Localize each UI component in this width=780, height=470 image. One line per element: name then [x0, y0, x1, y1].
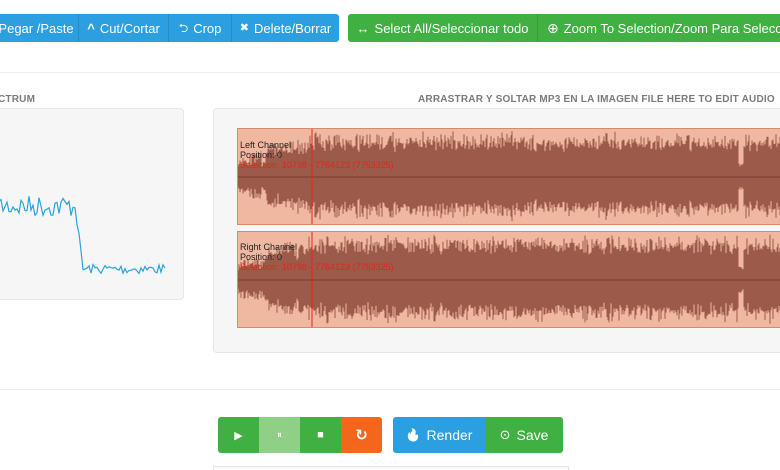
caret-up-icon: ^: [87, 20, 95, 36]
output-controls: 🔥 Render ⊙ Save: [393, 417, 563, 453]
save-icon: ⊙: [499, 427, 511, 442]
top-divider: [0, 72, 780, 73]
stop-icon: ■: [317, 429, 324, 441]
zoom-to-selection-button-label: Zoom To Selection/Zoom Para Selecci: [563, 20, 780, 36]
right-channel-selection: Selection: 10798 - 7764123 (7753325): [240, 262, 394, 272]
edit-toolbar: Pegar /Paste ^ Cut/Cortar ⮌ Crop ✖ Delet…: [0, 14, 339, 42]
spectrum-heading: CTRUM: [0, 94, 36, 105]
refresh-icon: ↻: [355, 427, 368, 444]
close-icon: ✖: [239, 21, 249, 34]
loop-button[interactable]: ↻: [341, 417, 382, 453]
right-channel-waveform: [238, 232, 780, 327]
paste-button[interactable]: Pegar /Paste: [0, 14, 78, 42]
left-channel-position: Position: 0: [240, 150, 283, 160]
cut-button[interactable]: ^ Cut/Cortar: [78, 14, 168, 42]
pause-icon: ⏸: [277, 429, 282, 441]
waveform-heading: ARRASTRAR Y SOLTAR MP3 EN LA IMAGEN FILE…: [418, 94, 775, 105]
paste-button-label: Pegar /Paste: [0, 20, 74, 36]
plus-circle-icon: ⊕: [547, 20, 559, 36]
arrows-horizontal-icon: ↔: [356, 20, 370, 36]
left-channel-track[interactable]: Left Channel Position: 0 Selection: 1079…: [237, 128, 780, 225]
left-channel-selection: Selection: 10798 - 7764123 (7753325): [240, 160, 394, 170]
delete-button[interactable]: ✖ Delete/Borrar: [231, 14, 339, 42]
spectrum-panel: [0, 108, 184, 300]
left-channel-name: Left Channel: [240, 140, 292, 150]
right-channel-position: Position: 0: [240, 252, 283, 262]
audio-editor-page: Pegar /Paste ^ Cut/Cortar ⮌ Crop ✖ Delet…: [0, 0, 780, 470]
render-button[interactable]: 🔥 Render: [393, 417, 485, 453]
cut-button-label: Cut/Cortar: [99, 20, 160, 36]
crop-button-label: Crop: [193, 20, 222, 36]
play-button[interactable]: ▶: [218, 417, 259, 453]
right-channel-name: Right Channel: [240, 242, 298, 252]
save-button[interactable]: ⊙ Save: [485, 417, 563, 453]
crop-icon: ⮌: [178, 21, 189, 35]
spectrum-line: [0, 196, 166, 275]
crop-button[interactable]: ⮌ Crop: [168, 14, 231, 42]
fire-icon: 🔥: [405, 428, 421, 442]
transport-controls: ▶ ⏸ ■ ↻: [218, 417, 382, 453]
render-button-label: Render: [426, 427, 473, 443]
select-all-button-label: Select All/Seleccionar todo: [374, 20, 529, 36]
right-channel-track[interactable]: Right Channel Position: 0 Selection: 107…: [237, 231, 780, 328]
select-all-button[interactable]: ↔ Select All/Seleccionar todo: [348, 14, 537, 42]
bottom-divider: [0, 389, 780, 390]
stop-button[interactable]: ■: [300, 417, 341, 453]
waveform-bars: [238, 234, 780, 324]
bottom-panel: [213, 466, 569, 470]
pause-button[interactable]: ⏸: [259, 417, 300, 453]
play-icon: ▶: [234, 429, 243, 442]
save-button-label: Save: [516, 427, 549, 443]
spectrum-graph: [0, 196, 166, 275]
waveform-bars: [238, 131, 780, 222]
zoom-to-selection-button[interactable]: ⊕ Zoom To Selection/Zoom Para Selecci: [537, 14, 780, 42]
select-toolbar: ↔ Select All/Seleccionar todo ⊕ Zoom To …: [348, 14, 780, 42]
delete-button-label: Delete/Borrar: [253, 20, 332, 36]
left-channel-waveform: [238, 129, 780, 224]
